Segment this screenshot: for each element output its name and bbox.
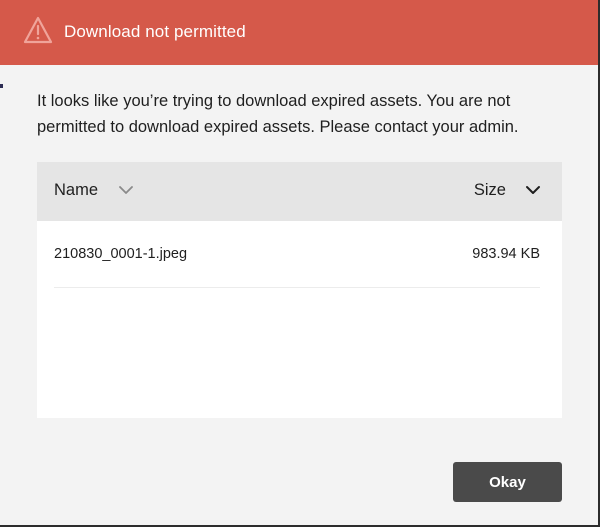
file-name: 210830_0001-1.jpeg bbox=[54, 246, 188, 262]
column-header-size[interactable]: Size bbox=[474, 181, 506, 200]
warning-triangle-icon bbox=[23, 16, 53, 44]
okay-button[interactable]: Okay bbox=[453, 462, 562, 502]
table-row: 210830_0001-1.jpeg 983.94 KB bbox=[54, 221, 540, 288]
table-header: Name Size bbox=[37, 162, 562, 221]
file-size: 983.94 KB bbox=[472, 246, 540, 262]
dialog-message: It looks like you’re trying to download … bbox=[37, 92, 519, 136]
dialog-title: Download not permitted bbox=[64, 22, 246, 41]
edge-marker bbox=[0, 84, 3, 88]
dialog-header: Download not permitted bbox=[0, 0, 598, 65]
download-not-permitted-dialog: Download not permitted It looks like you… bbox=[0, 0, 600, 527]
chevron-down-icon[interactable] bbox=[525, 184, 541, 196]
column-header-name[interactable]: Name bbox=[54, 181, 98, 200]
chevron-down-icon[interactable] bbox=[118, 184, 134, 196]
assets-table: Name Size 210830_0001-1.jpeg 983.94 KB bbox=[37, 162, 562, 418]
